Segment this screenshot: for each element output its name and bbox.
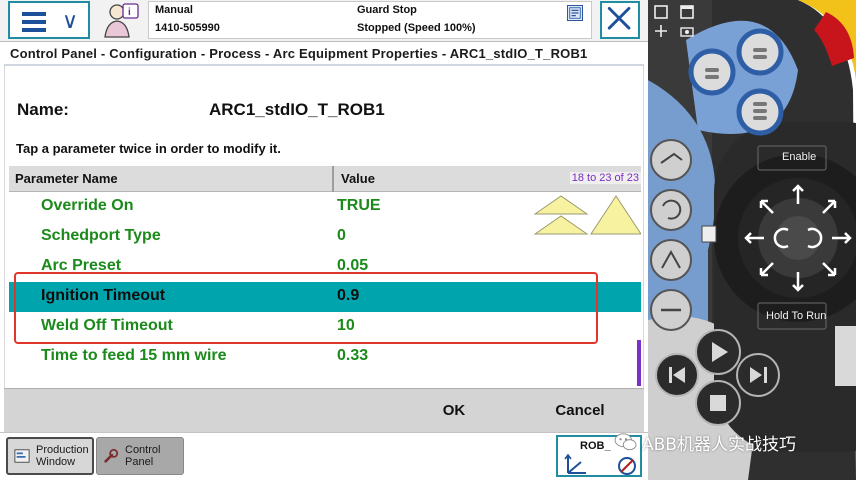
table-row-selected[interactable]: Ignition Timeout 0.9 [9, 282, 641, 312]
breadcrumb: Control Panel - Configuration - Process … [10, 46, 588, 61]
scroll-buttons [533, 195, 641, 235]
column-divider[interactable] [332, 166, 334, 192]
parameter-name: Arc Preset [41, 257, 122, 274]
parameter-value: 0.05 [337, 257, 369, 274]
run-state: Stopped (Speed 100%) [357, 22, 476, 34]
page-up-button[interactable] [533, 195, 589, 235]
instruction-text: Tap a parameter twice in order to modify… [16, 141, 281, 156]
cancel-button[interactable]: Cancel [524, 389, 636, 433]
column-header-value[interactable]: Value [341, 171, 375, 186]
mechanical-unit-label: ROB_ [580, 440, 611, 452]
task-label: Control Panel [125, 444, 161, 468]
event-log-icon [567, 5, 583, 21]
parameter-name: Time to feed 15 mm wire [41, 347, 227, 364]
table-header: Parameter Name Value 18 to 23 of 23 [9, 166, 641, 192]
task-control-panel[interactable]: Control Panel [96, 437, 184, 475]
enable-label: Enable [782, 151, 817, 163]
chevron-down-icon: ∨ [62, 9, 79, 34]
top-status-bar: ∨ i Manual 1410-505990 Guard Stop Stoppe… [0, 0, 648, 42]
name-value: ARC1_stdIO_T_ROB1 [209, 100, 385, 119]
production-window-icon [14, 449, 30, 463]
toggle-motion-mode-key[interactable] [650, 189, 692, 231]
flexpendant-screen: ∨ i Manual 1410-505990 Guard Stop Stoppe… [0, 0, 648, 480]
table-row[interactable]: Arc Preset 0.05 [9, 252, 641, 282]
play-button[interactable] [695, 329, 741, 375]
preset-key-1[interactable] [688, 48, 736, 96]
run-mode-icon [618, 457, 636, 475]
parameter-value: 10 [337, 317, 355, 334]
toggle-axis-key[interactable] [650, 239, 692, 281]
ok-button[interactable]: OK [404, 389, 504, 433]
coordinate-system-icon [564, 453, 586, 474]
joystick[interactable] [744, 184, 852, 292]
operator-window-icon[interactable]: i [100, 1, 142, 39]
parameter-name: Schedport Type [41, 227, 161, 244]
watermark-text: ABB机器人实战技巧 [642, 434, 796, 455]
select-mechanical-unit-key[interactable] [650, 139, 692, 181]
safety-state: Guard Stop [357, 4, 417, 16]
watermark: ABB机器人实战技巧 [614, 428, 796, 456]
task-bar: Production Window Control Panel ROB_ [0, 432, 648, 480]
column-header-parameter-name[interactable]: Parameter Name [15, 171, 118, 186]
stop-button[interactable] [695, 380, 741, 426]
status-panel[interactable]: Manual 1410-505990 Guard Stop Stopped (S… [148, 1, 592, 39]
hamburger-icon [22, 12, 46, 32]
close-icon [607, 6, 631, 30]
table-row[interactable]: Time to feed 15 mm wire 0.33 [9, 342, 641, 372]
parameter-name: Ignition Timeout [41, 287, 166, 304]
pendant-hardware: Enable Hold To Run [648, 0, 856, 480]
action-bar: OK Cancel [4, 388, 644, 432]
programmable-keys [650, 28, 852, 426]
table-row[interactable]: Weld Off Timeout 10 [9, 312, 641, 342]
preset-key-2[interactable] [736, 28, 784, 76]
parameter-value: 0.33 [337, 347, 369, 364]
wechat-logo-icon [614, 433, 637, 451]
parameter-name: Weld Off Timeout [41, 317, 173, 334]
parameter-value: 0.9 [337, 287, 360, 304]
task-production-window[interactable]: Production Window [6, 437, 94, 475]
arc-equipment-properties-panel: Name: ARC1_stdIO_T_ROB1 Tap a parameter … [4, 66, 644, 388]
wrench-icon [104, 448, 119, 463]
task-label: Production Window [36, 444, 89, 468]
parameter-name: Override On [41, 197, 134, 214]
abb-menu-button[interactable]: ∨ [8, 1, 90, 39]
svg-text:i: i [128, 7, 131, 18]
stop-emergency-icon [701, 225, 717, 243]
step-back-button[interactable] [655, 353, 699, 397]
close-button[interactable] [600, 1, 640, 39]
page-indicator: 18 to 23 of 23 [569, 172, 641, 184]
scrollbar[interactable] [637, 340, 641, 386]
step-forward-button[interactable] [736, 353, 780, 397]
hold-to-run-label: Hold To Run [766, 310, 827, 322]
preset-key-3[interactable] [736, 88, 784, 136]
scroll-up-button[interactable] [590, 195, 641, 235]
parameter-value: 0 [337, 227, 346, 244]
parameter-value: TRUE [337, 197, 381, 214]
name-label: Name: [17, 100, 69, 119]
controller-id: 1410-505990 [155, 22, 220, 34]
operating-mode: Manual [155, 4, 193, 16]
toggle-increment-key[interactable] [650, 289, 692, 331]
